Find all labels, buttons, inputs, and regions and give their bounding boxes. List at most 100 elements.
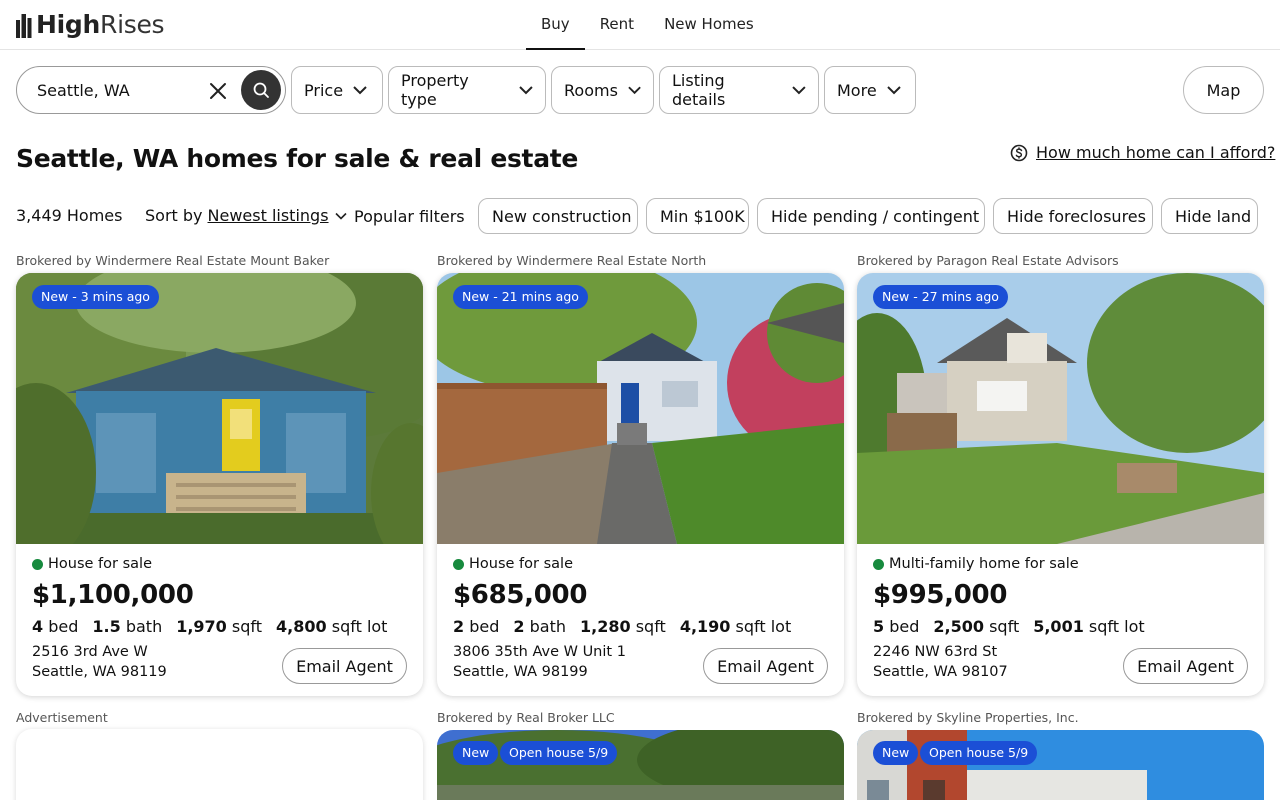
- chevron-down-icon: [886, 85, 901, 94]
- house-photo-3: [857, 273, 1264, 544]
- new-listing-badge: New: [453, 741, 499, 765]
- site-header: HighRises Buy Rent New Homes: [0, 0, 1280, 50]
- property-type-label: Property type: [401, 71, 469, 109]
- house-photo-5: [857, 730, 1264, 800]
- listing-price: $1,100,000: [32, 580, 194, 610]
- nav-new-homes[interactable]: New Homes: [649, 0, 769, 50]
- building-icon: [16, 13, 32, 38]
- new-listing-badge: New - 21 mins ago: [453, 285, 588, 309]
- nav-rent[interactable]: Rent: [585, 0, 649, 50]
- search-icon: [253, 82, 269, 98]
- sort-value[interactable]: Newest listings: [208, 206, 329, 225]
- email-agent-button[interactable]: Email Agent: [703, 648, 828, 684]
- search-button[interactable]: [241, 70, 281, 110]
- chip-hide-land[interactable]: Hide land: [1161, 198, 1258, 234]
- listing-card[interactable]: New - 27 mins ago Multi-family home for …: [857, 273, 1264, 696]
- listing-type-label: Multi-family home for sale: [889, 556, 1079, 572]
- beds: 4 bed: [32, 617, 79, 636]
- baths: 1.5 bath: [92, 617, 163, 636]
- advertisement-slot[interactable]: [16, 729, 423, 800]
- address-line-1: 2246 NW 63rd St: [873, 644, 998, 660]
- new-listing-badge: New - 3 mins ago: [32, 285, 159, 309]
- email-agent-button[interactable]: Email Agent: [1123, 648, 1248, 684]
- new-listing-badge: New - 27 mins ago: [873, 285, 1008, 309]
- rooms-label: Rooms: [564, 80, 618, 100]
- chevron-down-icon: [353, 85, 367, 94]
- listing-specs: 4 bed 1.5 bath 1,970 sqft 4,800 sqft lot: [32, 617, 401, 636]
- results-count: 3,449 Homes: [16, 206, 123, 225]
- listing-details-filter[interactable]: Listing details: [659, 66, 819, 114]
- lot-size: 5,001 sqft lot: [1033, 617, 1145, 636]
- listing-specs: 5 bed 2,500 sqft 5,001 sqft lot: [873, 617, 1159, 636]
- address-line-2: Seattle, WA 98107: [873, 664, 1008, 680]
- search-input[interactable]: Seattle, WA: [37, 81, 130, 100]
- listing-price: $995,000: [873, 580, 1008, 610]
- close-icon: [210, 83, 226, 99]
- chip-hide-pending[interactable]: Hide pending / contingent: [757, 198, 985, 234]
- chevron-down-icon: [334, 212, 347, 220]
- property-type-filter[interactable]: Property type: [388, 66, 546, 114]
- price-filter-label: Price: [304, 80, 344, 100]
- chip-min-price[interactable]: Min $100K: [646, 198, 749, 234]
- rooms-filter[interactable]: Rooms: [551, 66, 654, 114]
- chevron-down-icon: [519, 85, 533, 94]
- page-title: Seattle, WA homes for sale & real estate: [16, 144, 579, 173]
- listing-details-label: Listing details: [672, 71, 726, 109]
- new-listing-badge: New: [873, 741, 919, 765]
- listing-photo[interactable]: [437, 273, 844, 544]
- lot-size: 4,800 sqft lot: [276, 617, 388, 636]
- listing-photo[interactable]: [16, 273, 423, 544]
- beds: 2 bed: [453, 617, 500, 636]
- open-house-badge: Open house 5/9: [500, 741, 618, 765]
- lot-size: 4,190 sqft lot: [679, 617, 792, 636]
- chip-hide-foreclosures[interactable]: Hide foreclosures: [993, 198, 1153, 234]
- beds: 5 bed: [873, 617, 920, 636]
- listing-card[interactable]: New Open house 5/9: [437, 730, 844, 800]
- sort-label: Sort by: [145, 206, 203, 225]
- address-line-2: Seattle, WA 98199: [453, 664, 588, 680]
- popular-filters-label: Popular filters: [354, 207, 465, 226]
- more-filter[interactable]: More: [824, 66, 916, 114]
- sqft: 1,280 sqft: [580, 617, 666, 636]
- chevron-down-icon: [628, 86, 641, 94]
- sort-dropdown[interactable]: Sort by Newest listings: [145, 206, 347, 225]
- logo-text: HighRises: [36, 10, 165, 39]
- listing-photo[interactable]: [857, 273, 1264, 544]
- baths: 2 bath: [513, 617, 566, 636]
- listing-type: House for sale: [453, 556, 573, 572]
- nav-buy[interactable]: Buy: [526, 0, 585, 50]
- email-agent-button[interactable]: Email Agent: [282, 648, 407, 684]
- main-nav: Buy Rent New Homes: [526, 0, 769, 50]
- broker-name: Brokered by Paragon Real Estate Advisors: [857, 253, 1119, 268]
- broker-name: Brokered by Windermere Real Estate Mount…: [16, 253, 330, 268]
- more-label: More: [837, 80, 877, 100]
- chip-new-construction[interactable]: New construction: [478, 198, 638, 234]
- status-dot: [32, 558, 43, 570]
- house-photo-4: [437, 730, 844, 800]
- affordability-link[interactable]: How much home can I afford?: [1010, 143, 1275, 162]
- listing-specs: 2 bed 2 bath 1,280 sqft 4,190 sqft lot: [453, 617, 805, 636]
- listing-type: Multi-family home for sale: [873, 556, 1079, 572]
- listing-price: $685,000: [453, 580, 588, 610]
- location-search[interactable]: Seattle, WA: [16, 66, 286, 114]
- listing-type-label: House for sale: [469, 556, 573, 572]
- listing-type: House for sale: [32, 556, 152, 572]
- dollar-coin-icon: [1010, 144, 1028, 161]
- map-button[interactable]: Map: [1183, 66, 1264, 114]
- status-dot: [873, 558, 884, 570]
- affordability-link-text[interactable]: How much home can I afford?: [1036, 143, 1275, 162]
- listing-card[interactable]: New - 3 mins ago House for sale $1,100,0…: [16, 273, 423, 696]
- address-line-1: 3806 35th Ave W Unit 1: [453, 644, 626, 660]
- broker-name: Brokered by Real Broker LLC: [437, 710, 615, 725]
- listing-card[interactable]: New - 21 mins ago House for sale $685,00…: [437, 273, 844, 696]
- advertisement-label: Advertisement: [16, 710, 108, 725]
- logo[interactable]: HighRises: [16, 10, 165, 39]
- address-line-2: Seattle, WA 98119: [32, 664, 167, 680]
- clear-search-button[interactable]: [206, 79, 230, 103]
- listing-type-label: House for sale: [48, 556, 152, 572]
- open-house-badge: Open house 5/9: [920, 741, 1038, 765]
- listing-card[interactable]: New Open house 5/9: [857, 730, 1264, 800]
- price-filter[interactable]: Price: [291, 66, 383, 114]
- broker-name: Brokered by Windermere Real Estate North: [437, 253, 707, 268]
- address-line-1: 2516 3rd Ave W: [32, 644, 148, 660]
